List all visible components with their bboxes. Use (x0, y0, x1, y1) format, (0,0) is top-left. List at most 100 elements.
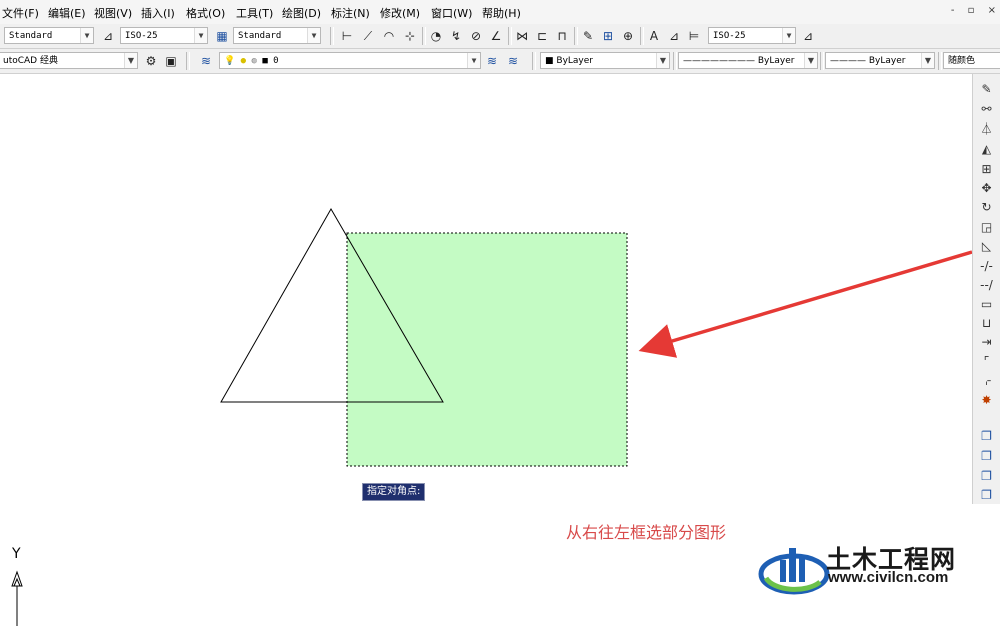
dynamic-input-tooltip: 指定对角点: (362, 483, 426, 501)
diameter-icon[interactable]: ⊘ (468, 28, 484, 44)
dim-style-combo[interactable]: ISO-25 ▼ (120, 27, 208, 44)
menu-modify[interactable]: 修改(M) (380, 5, 420, 21)
arc-length-icon[interactable]: ◠ (381, 28, 397, 44)
toolbar-separator (330, 27, 334, 45)
properties-toolbar: utoCAD 经典 ▼ ⚙ ▣ ≋ 💡 ● ◍ ■ 0 ▼ ≋ ≋ ■ ByLa… (0, 49, 1000, 74)
menu-format[interactable]: 格式(O) (186, 5, 225, 21)
break-icon[interactable]: ⊔ (978, 315, 995, 332)
chevron-down-icon[interactable]: ▼ (467, 53, 480, 68)
dim-style-icon[interactable]: ⊿ (800, 28, 816, 44)
instruction-caption: 从右往左框选部分图形 (566, 523, 727, 542)
menu-insert[interactable]: 插入(I) (141, 5, 175, 21)
explode-icon[interactable]: ✸ (978, 392, 995, 409)
lineweight-combo[interactable]: ———— ByLayer ▼ (825, 52, 935, 69)
array-icon[interactable]: ⊞ (978, 161, 995, 178)
table-style-icon[interactable]: ▦ (214, 28, 230, 44)
color-combo[interactable]: ■ ByLayer ▼ (540, 52, 670, 69)
close-button[interactable]: × (988, 5, 996, 16)
menu-dimension[interactable]: 标注(N) (331, 5, 370, 21)
stretch-icon[interactable]: ◺ (978, 238, 995, 255)
jogged-icon[interactable]: ↯ (448, 28, 464, 44)
trim-icon[interactable]: -/- (978, 258, 995, 275)
quick-dim-icon[interactable]: ⋈ (514, 28, 530, 44)
menu-edit[interactable]: 编辑(E) (48, 5, 86, 21)
menu-draw[interactable]: 绘图(D) (282, 5, 321, 21)
table-style-combo[interactable]: Standard ▼ (233, 27, 321, 44)
dim-edit-icon[interactable]: ⊕ (620, 28, 636, 44)
chevron-down-icon[interactable]: ▼ (307, 28, 320, 43)
toolbar-separator (938, 52, 942, 70)
layer-previous-icon[interactable]: ≋ (505, 53, 521, 69)
rotate-icon[interactable]: ↻ (978, 199, 995, 216)
extend-icon[interactable]: --/ (978, 277, 995, 294)
aligned-dim-icon[interactable]: ⟋ (360, 28, 376, 44)
layer-color-icon: ■ (262, 56, 268, 66)
linear-dim-icon[interactable]: ⊢ (339, 28, 355, 44)
offset-icon[interactable]: ◭ (978, 141, 995, 158)
dim-update-icon[interactable]: ⊿ (666, 28, 682, 44)
layer-on-icon: 💡 (224, 56, 236, 66)
layer-name: 0 (273, 56, 279, 66)
continue-icon[interactable]: ⊓ (554, 28, 570, 44)
break-at-point-icon[interactable]: ▭ (978, 296, 995, 313)
center-mark-icon[interactable]: ⊞ (600, 28, 616, 44)
workspace-combo[interactable]: utoCAD 经典 ▼ (0, 52, 138, 69)
toolbar-separator (640, 27, 644, 45)
chamfer-icon[interactable]: ⌜ (978, 353, 995, 370)
minimize-button[interactable]: - (951, 5, 955, 16)
text-style-combo[interactable]: Standard ▼ (4, 27, 94, 44)
restore-button[interactable]: ▫ (968, 5, 975, 16)
draworder-front-icon[interactable]: ❐ (978, 428, 995, 445)
layer-manager-icon[interactable]: ≋ (198, 53, 214, 69)
chevron-down-icon[interactable]: ▼ (921, 53, 934, 68)
mleader-style-value: ISO-25 (713, 31, 746, 41)
menu-file[interactable]: 文件(F) (2, 5, 39, 21)
draworder-above-icon[interactable]: ❐ (978, 468, 995, 485)
move-icon[interactable]: ✥ (978, 180, 995, 197)
join-icon[interactable]: ⇥ (978, 334, 995, 351)
toolbar-separator (508, 27, 512, 45)
radius-icon[interactable]: ◔ (428, 28, 444, 44)
dim-text-edit-icon[interactable]: A (646, 28, 662, 44)
menu-bar: 文件(F) 编辑(E) 视图(V) 插入(I) 格式(O) 工具(T) 绘图(D… (0, 0, 1000, 25)
modify-toolbar: ✎ ⚯ ⏃ ◭ ⊞ ✥ ↻ ◲ ◺ -/- --/ ▭ ⊔ ⇥ ⌜ ⌌ ✸ ❐ … (972, 74, 1000, 504)
draworder-under-icon[interactable]: ❐ (978, 487, 995, 504)
mleader-style-icon[interactable]: ⊨ (686, 28, 702, 44)
chevron-down-icon[interactable]: ▼ (804, 53, 817, 68)
plotstyle-combo[interactable]: 随颜色 (943, 52, 1000, 69)
baseline-icon[interactable]: ⊏ (534, 28, 550, 44)
tolerance-icon[interactable]: ✎ (580, 28, 596, 44)
copy-icon[interactable]: ⚯ (978, 101, 995, 118)
chevron-down-icon[interactable]: ▼ (194, 28, 207, 43)
table-style-value: Standard (238, 31, 282, 41)
layer-lock-icon: ◍ (251, 56, 257, 66)
menu-window[interactable]: 窗口(W) (431, 5, 472, 21)
dim-style-value: ISO-25 (125, 31, 158, 41)
ordinate-icon[interactable]: ⊹ (402, 28, 418, 44)
linetype-sample: ———————— (683, 56, 758, 66)
scale-icon[interactable]: ◲ (978, 219, 995, 236)
chevron-down-icon[interactable]: ▼ (80, 28, 93, 43)
angular-icon[interactable]: ∠ (488, 28, 504, 44)
draworder-back-icon[interactable]: ❐ (978, 448, 995, 465)
erase-icon[interactable]: ✎ (978, 81, 995, 98)
layer-combo[interactable]: 💡 ● ◍ ■ 0 ▼ (219, 52, 481, 69)
workspace-settings-icon[interactable]: ⚙ (143, 53, 159, 69)
menu-tools[interactable]: 工具(T) (236, 5, 273, 21)
dim-style-icon[interactable]: ⊿ (100, 28, 116, 44)
make-current-icon[interactable]: ≋ (484, 53, 500, 69)
workspace-save-icon[interactable]: ▣ (163, 53, 179, 69)
toolbar-separator (820, 52, 824, 70)
fillet-icon[interactable]: ⌌ (978, 372, 995, 389)
chevron-down-icon[interactable]: ▼ (656, 53, 669, 68)
mirror-icon[interactable]: ⏃ (978, 121, 995, 138)
mleader-style-combo[interactable]: ISO-25 ▼ (708, 27, 796, 44)
chevron-down-icon[interactable]: ▼ (124, 53, 137, 68)
chevron-down-icon[interactable]: ▼ (782, 28, 795, 43)
lineweight-value: ByLayer (868, 56, 906, 66)
menu-help[interactable]: 帮助(H) (482, 5, 521, 21)
menu-view[interactable]: 视图(V) (94, 5, 132, 21)
linetype-combo[interactable]: ———————— ByLayer ▼ (678, 52, 818, 69)
ucs-y-label: Y (12, 546, 21, 562)
selection-window (346, 232, 628, 467)
